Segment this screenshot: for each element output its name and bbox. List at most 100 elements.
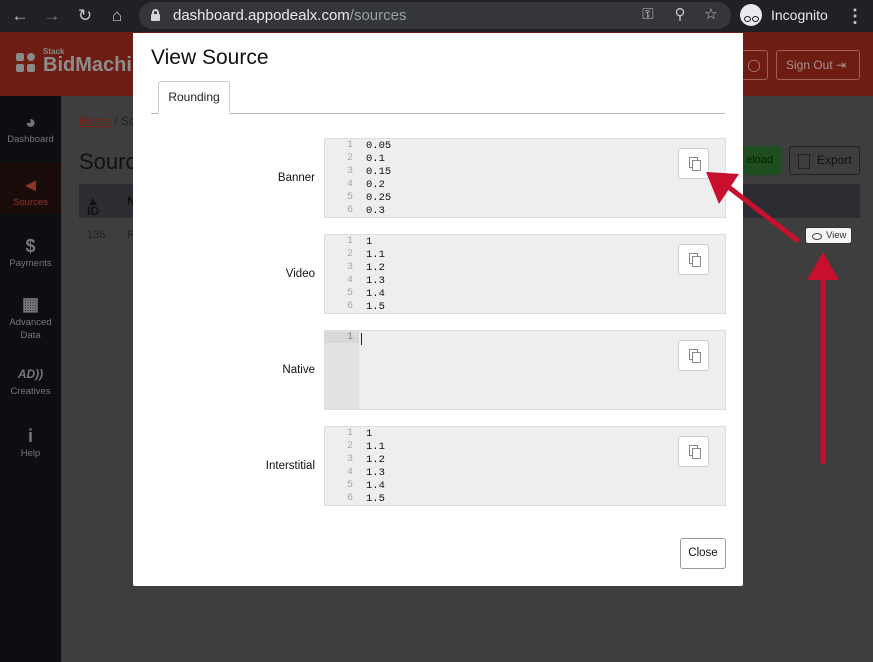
column-header-id[interactable]: ID ▲ (87, 194, 99, 218)
reload-icon[interactable]: ↻ (75, 6, 95, 26)
line-number: 5 (346, 288, 353, 299)
code-line: 1 (366, 236, 373, 248)
code-editor-banner[interactable]: 1 0.05 2 0.1 3 0.15 4 0.2 5 0.25 6 0.3 (324, 138, 726, 218)
code-line: 1 (366, 428, 373, 440)
line-number: 5 (346, 192, 353, 203)
tab-divider (151, 113, 725, 114)
field-label-banner: Banner (277, 172, 315, 184)
line-number: 3 (346, 454, 353, 465)
view-label: View (826, 230, 847, 241)
code-line: 0.1 (366, 153, 385, 165)
code-line: 1.3 (366, 467, 385, 479)
code-line: 0.3 (366, 205, 385, 217)
forward-icon[interactable]: → (42, 6, 62, 26)
logo-icon (16, 53, 36, 73)
code-line: 1.4 (366, 288, 385, 300)
address-bar[interactable]: dashboard.appodealx.com/sources ⚿ ⚲ ☆ (139, 2, 731, 29)
user-profile-button[interactable]: ◯ (740, 50, 768, 80)
code-editor-video[interactable]: 1 1 2 1.1 3 1.2 4 1.3 5 1.4 6 1.5 (324, 234, 726, 314)
incognito-label: Incognito (771, 7, 828, 23)
breadcrumb-current: / So (111, 114, 136, 128)
code-line: 0.15 (366, 166, 392, 178)
sidebar-item-label: Payments (9, 258, 52, 269)
sidebar-item-dashboard[interactable]: ◕ Dashboard (0, 110, 61, 145)
line-number: 1 (325, 332, 359, 343)
logo-text: BidMachi (43, 54, 132, 76)
copy-button-video[interactable] (678, 244, 709, 275)
code-line: 0.25 (366, 192, 392, 204)
line-number: 6 (346, 205, 353, 216)
modal-title: View Source (151, 46, 269, 69)
dashboard-icon: ◕ (25, 112, 36, 132)
sidebar-item-payments[interactable]: $ Payments (0, 234, 61, 269)
sidebar-item-creatives[interactable]: AD)) Creatives (0, 362, 61, 397)
code-line: 1.2 (366, 454, 385, 466)
copy-button-native[interactable] (678, 340, 709, 371)
home-icon[interactable]: ⌂ (107, 6, 127, 26)
code-line: 1.1 (366, 441, 385, 453)
export-label: Export (817, 153, 852, 167)
code-line: 1.2 (366, 262, 385, 274)
sidebar-item-label: Creatives (10, 386, 51, 397)
browser-toolbar: ← → ↻ ⌂ dashboard.appodealx.com/sources … (0, 0, 873, 32)
line-number: 2 (346, 441, 353, 452)
code-line: 1.5 (366, 493, 385, 505)
line-number: 1 (346, 140, 353, 151)
sidebar-item-label: Advanced Data (9, 317, 52, 341)
close-button[interactable]: Close (680, 538, 726, 569)
cubes-icon: ▦ (21, 294, 39, 314)
sidebar-item-label: Help (20, 448, 41, 459)
table-cell-id: 135 (87, 229, 106, 241)
sign-out-button[interactable]: Sign Out ⇥ (776, 50, 860, 80)
page-title: Sourc (79, 149, 137, 174)
sign-out-label: Sign Out (786, 58, 833, 72)
ad-icon: AD)) (17, 367, 44, 381)
line-number: 3 (346, 166, 353, 177)
sidebar-item-sources[interactable]: ◄ Sources (0, 162, 61, 214)
code-line: 0.05 (366, 140, 392, 152)
export-button[interactable]: Export (789, 146, 860, 175)
field-label-video: Video (285, 268, 315, 280)
line-number: 4 (346, 179, 353, 190)
line-number: 5 (346, 480, 353, 491)
zoom-icon[interactable]: ⚲ (671, 6, 689, 24)
field-label-interstitial: Interstitial (265, 460, 315, 472)
line-number: 4 (346, 467, 353, 478)
view-button[interactable]: View (805, 227, 852, 244)
url-text[interactable]: dashboard.appodealx.com/sources (173, 7, 407, 24)
sidebar-item-help[interactable]: i Help (0, 424, 61, 459)
sidebar-item-advanced-data[interactable]: ▦ Advanced Data (0, 292, 61, 342)
code-line: 1.1 (366, 249, 385, 261)
line-number: 1 (346, 236, 353, 247)
line-number: 6 (346, 493, 353, 504)
browser-menu-icon[interactable]: ⋮ (846, 6, 864, 26)
sidebar-item-label: Dashboard (7, 134, 54, 145)
back-icon[interactable]: ← (10, 6, 30, 26)
info-icon: i (27, 426, 33, 446)
code-line: 1.4 (366, 480, 385, 492)
tab-rounding[interactable]: Rounding (158, 81, 230, 114)
copy-button-interstitial[interactable] (678, 436, 709, 467)
line-number: 6 (346, 301, 353, 312)
breadcrumb-home-link[interactable]: Home (79, 114, 111, 128)
field-label-native: Native (282, 364, 315, 376)
dollar-icon: $ (25, 236, 36, 256)
line-number: 2 (346, 249, 353, 260)
code-line: 0.2 (366, 179, 385, 191)
line-number: 4 (346, 275, 353, 286)
breadcrumb: Home / So (79, 114, 136, 128)
code-line: 1.3 (366, 275, 385, 287)
key-icon[interactable]: ⚿ (639, 6, 657, 24)
lock-icon[interactable] (151, 9, 160, 21)
line-number: 1 (346, 428, 353, 439)
bookmark-star-icon[interactable]: ☆ (702, 6, 720, 24)
incognito-icon (740, 4, 762, 26)
line-number: 3 (346, 262, 353, 273)
megaphone-icon: ◄ (21, 175, 40, 195)
code-editor-native[interactable]: 1 (324, 330, 726, 410)
code-editor-interstitial[interactable]: 1 1 2 1.1 3 1.2 4 1.3 5 1.4 6 1.5 (324, 426, 726, 506)
copy-button-banner[interactable] (678, 148, 709, 179)
view-source-modal: View Source Rounding Banner 1 0.05 2 0.1 3… (133, 33, 743, 586)
sidebar-item-label: Sources (13, 197, 48, 208)
reload-button[interactable]: eload (742, 146, 781, 175)
